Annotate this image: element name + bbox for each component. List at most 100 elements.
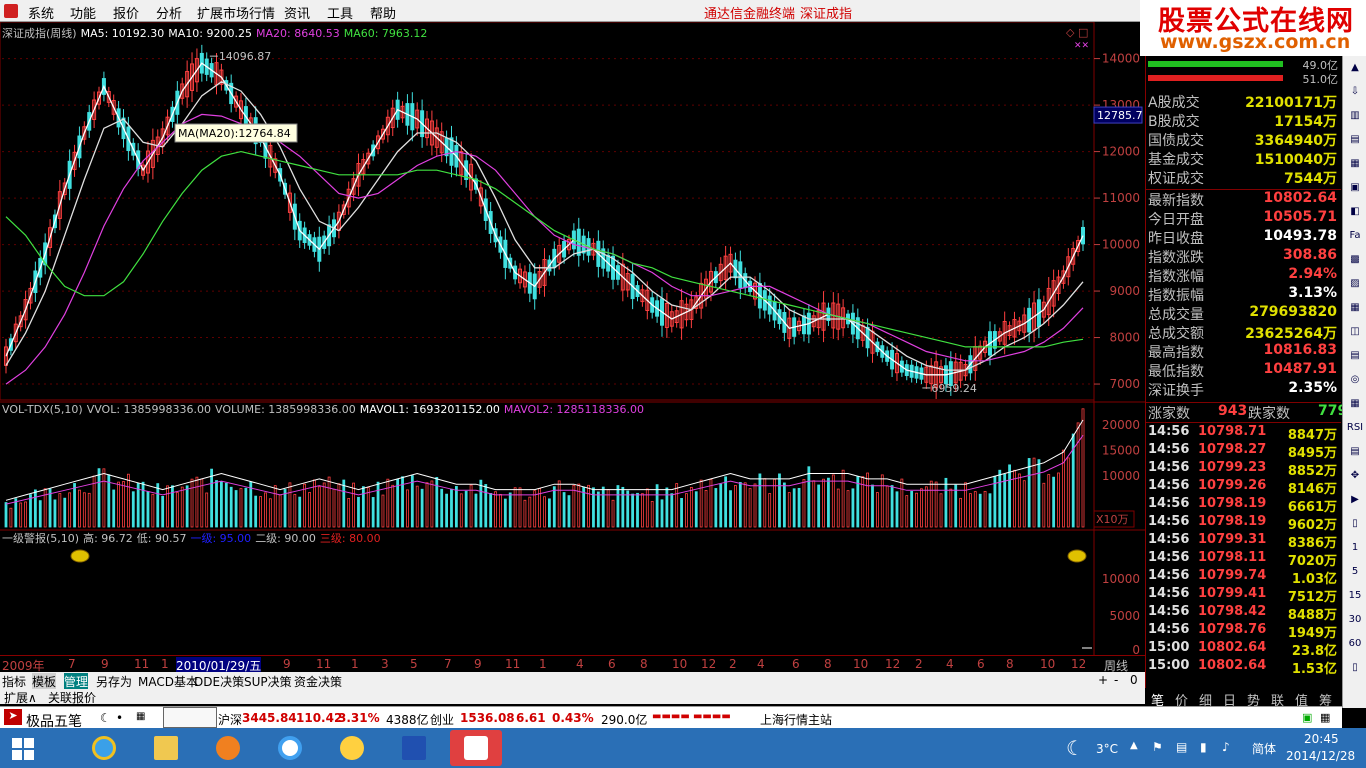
stock-app-icon[interactable] <box>326 730 378 766</box>
price-tick-label: 11000 <box>1102 191 1140 205</box>
breadth-bar-0 <box>1148 61 1283 67</box>
volume-tick-label: 15000 <box>1102 444 1140 458</box>
tdx-terminal-icon[interactable] <box>450 730 502 766</box>
menu-system[interactable]: 系统 <box>28 3 54 22</box>
toolbar-icon-17[interactable]: ✥ <box>1346 468 1364 484</box>
volume-bar <box>14 498 18 528</box>
menu-tools[interactable]: 工具 <box>327 3 353 22</box>
menu-function[interactable]: 功能 <box>70 3 96 22</box>
toolbar-icon-25[interactable]: ▯ <box>1346 660 1364 676</box>
toolbar-icon-4[interactable]: ▦ <box>1346 156 1364 172</box>
tray-flag-icon[interactable]: ⚑ <box>1152 740 1163 754</box>
word-icon[interactable] <box>388 730 440 766</box>
indicator-tab-0[interactable]: 指标 <box>2 673 26 690</box>
tray-signal-icon[interactable]: ▮ <box>1200 740 1207 754</box>
toolbar-icon-18[interactable]: ▶ <box>1346 492 1364 508</box>
info-row: 指数振幅 3.13% <box>1146 285 1341 304</box>
toolbar-icon-24[interactable]: 60 <box>1346 636 1364 652</box>
toolbar-icon-23[interactable]: 30 <box>1346 612 1364 628</box>
toolbar-icon-11[interactable]: ◫ <box>1346 324 1364 340</box>
promo-terminal[interactable]: 通达信金融终端 <box>704 3 795 22</box>
extend-tab-0[interactable]: 扩展∧ <box>4 689 37 706</box>
toolbar-icon-16[interactable]: ▤ <box>1346 444 1364 460</box>
volume-bar <box>239 488 243 528</box>
volume-bar <box>567 495 571 528</box>
toolbar-icon-6[interactable]: ◧ <box>1346 204 1364 220</box>
weather-temp[interactable]: 3°C <box>1096 742 1118 756</box>
toolbar-icon-19[interactable]: ▯ <box>1346 516 1364 532</box>
volume-bar <box>156 483 160 528</box>
toolbar-icon-1[interactable]: ⇩ <box>1346 84 1364 100</box>
volume-bar <box>998 469 1002 528</box>
toolbar-icon-5[interactable]: ▣ <box>1346 180 1364 196</box>
ie-browser-icon[interactable] <box>78 730 130 766</box>
toolbar-icon-20[interactable]: 1 <box>1346 540 1364 556</box>
clock-date[interactable]: 2014/12/28 <box>1286 749 1355 763</box>
command-input[interactable] <box>163 707 217 728</box>
alert-marker[interactable] <box>70 549 90 563</box>
toolbar-icon-15[interactable]: RSI <box>1346 420 1364 436</box>
tray-expand-icon[interactable]: ▲ <box>1130 740 1138 751</box>
toolbar-icon-12[interactable]: ▤ <box>1346 348 1364 364</box>
toolbar-icon-22[interactable]: 15 <box>1346 588 1364 604</box>
indicator-tab-4[interactable]: MACD基本 <box>138 673 198 690</box>
volume-bar <box>268 498 272 528</box>
ime-punct-icon[interactable]: • <box>116 711 123 725</box>
tray-language[interactable]: 简体 <box>1252 740 1276 757</box>
menu-extended-market[interactable]: 扩展市场行情 <box>197 3 275 22</box>
toolbar-icon-10[interactable]: ▦ <box>1346 300 1364 316</box>
indicator-tab-3[interactable]: 另存为 <box>96 673 132 690</box>
indicator-tab-5[interactable]: DDE决策 <box>194 673 244 690</box>
indicator-tab-6[interactable]: SUP决策 <box>244 673 292 690</box>
indicator-tab-7[interactable]: 资金决策 <box>294 673 342 690</box>
weather-moon-icon[interactable]: ☾ <box>1066 736 1084 760</box>
menu-news[interactable]: 资讯 <box>284 3 310 22</box>
volume-unit-label: X10万 <box>1096 513 1129 526</box>
menu-quote[interactable]: 报价 <box>113 3 139 22</box>
zoom-control-2[interactable]: 0 <box>1130 673 1138 687</box>
station-name[interactable]: 上海行情主站 <box>760 711 832 728</box>
toolbar-icon-2[interactable]: ▥ <box>1346 108 1364 124</box>
zoom-control-0[interactable]: + <box>1098 673 1108 687</box>
time-tick-label: 10 <box>672 657 688 671</box>
toolbar-icon-7[interactable]: Fa <box>1346 228 1364 244</box>
toolbar-icon-9[interactable]: ▨ <box>1346 276 1364 292</box>
tick-price: 10798.19 <box>1198 514 1267 529</box>
zoom-control-1[interactable]: - <box>1114 673 1118 687</box>
volume-bar <box>4 502 8 528</box>
tray-network-icon[interactable]: ▤ <box>1176 740 1187 754</box>
tray-volume-icon[interactable]: ♪ <box>1222 740 1230 754</box>
grid-icon[interactable]: ▦ <box>1320 711 1330 724</box>
menu-help[interactable]: 帮助 <box>370 3 396 22</box>
ime-moon-icon[interactable]: ☾ <box>100 711 111 725</box>
volume-bar <box>753 483 757 528</box>
indicator-tab-2[interactable]: 管理 <box>64 673 89 690</box>
ime-keyboard-icon[interactable]: ▦ <box>136 711 145 722</box>
volume-bar <box>126 473 130 528</box>
tick-volume: 8847万 <box>1287 428 1337 443</box>
toolbar-icon-13[interactable]: ◎ <box>1346 372 1364 388</box>
info-row: A股成交 22100171万 <box>1146 92 1341 111</box>
extend-tab-1[interactable]: 关联报价 <box>48 689 96 706</box>
volume-bar <box>151 493 155 528</box>
chart-expand-icon[interactable]: ✕✕ <box>1074 41 1089 51</box>
toolbar-icon-3[interactable]: ▤ <box>1346 132 1364 148</box>
alert-marker[interactable] <box>1067 549 1087 563</box>
chart-option-icon[interactable]: ◇ □ <box>1066 26 1088 39</box>
media-app-icon[interactable] <box>202 730 254 766</box>
clock-time[interactable]: 20:45 <box>1304 732 1339 746</box>
windows-start-icon[interactable] <box>12 738 34 760</box>
file-explorer-icon[interactable] <box>140 730 192 766</box>
toolbar-icon-0[interactable]: ▲ <box>1346 60 1364 76</box>
menu-analysis[interactable]: 分析 <box>156 3 182 22</box>
time-tick-label: 7 <box>68 657 76 671</box>
kline-chart[interactable]: 1400013000120001100010000900080007000200… <box>0 22 1145 655</box>
qq-browser-icon[interactable] <box>264 730 316 766</box>
volume-bar <box>973 491 977 528</box>
indicator-tab-1[interactable]: 模板 <box>32 673 57 690</box>
toolbar-icon-21[interactable]: 5 <box>1346 564 1364 580</box>
chart-area[interactable]: 14000 13000 12000 11000 10000 9000 8000 7000 200… <box>0 22 1145 672</box>
tick-volume: 8495万 <box>1287 446 1337 461</box>
toolbar-icon-14[interactable]: ▦ <box>1346 396 1364 412</box>
toolbar-icon-8[interactable]: ▩ <box>1346 252 1364 268</box>
